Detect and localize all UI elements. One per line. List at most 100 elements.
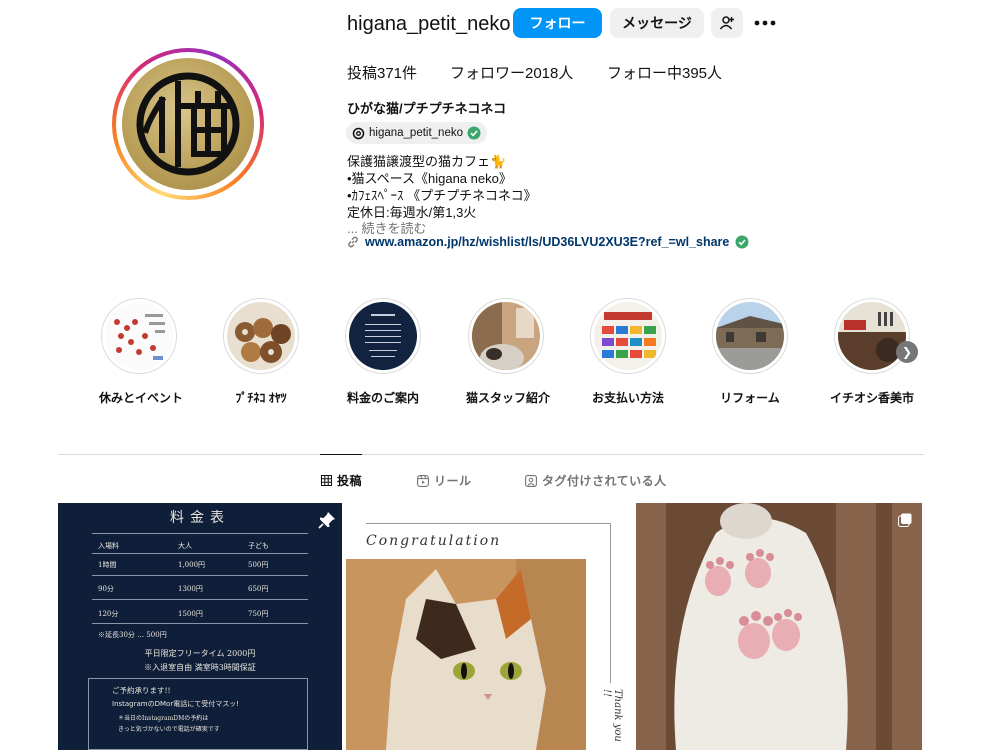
cat-photo (346, 559, 586, 750)
price-free-note: ※入退室自由 満室時3時間保証 (144, 663, 256, 672)
pin-icon (318, 512, 335, 529)
price-cell: 入場料 (98, 542, 119, 550)
highlight-ring (101, 298, 177, 374)
highlight-image (594, 302, 662, 370)
threads-handle: higana_petit_neko (369, 127, 463, 139)
more-options-button[interactable] (752, 8, 778, 38)
highlight-snacks[interactable] (221, 298, 301, 374)
highlight-label: ﾌﾟﾁﾈｺ ｵﾔﾂ (235, 391, 287, 405)
reels-icon (417, 474, 429, 487)
highlight-ring (345, 298, 421, 374)
highlight-reform[interactable] (710, 298, 790, 374)
price-cell: 650円 (248, 585, 269, 593)
frame-line (366, 523, 610, 524)
highlight-events[interactable] (99, 298, 179, 374)
reservation-method: InstagramのDMor電話にて受付マスッ! (112, 700, 240, 708)
avatar-border (116, 52, 260, 196)
follow-button[interactable]: フォロー (513, 8, 602, 38)
highlight-ring (834, 298, 910, 374)
threads-icon (352, 127, 365, 139)
following-count[interactable]: フォロー中395人 (607, 62, 722, 83)
profile-display-name: ひがな猫/プチプチネコネコ (347, 101, 507, 116)
highlight-label: お支払い方法 (591, 391, 664, 405)
post-thanks-text: Thank you !! (601, 689, 623, 742)
verified-icon (467, 126, 481, 140)
post-thumbnail-pricing[interactable]: 料金表 入場料 大人 子ども 1時間 1,000円 500円 90分 1300円… (58, 503, 342, 750)
cat-paws-photo (636, 503, 922, 750)
price-cell: 1時間 (98, 561, 117, 569)
link-icon (348, 236, 358, 248)
more-horizontal-icon (754, 20, 776, 26)
grid-icon (321, 475, 332, 486)
price-cell: 子ども (248, 542, 269, 550)
highlight-payment[interactable] (588, 298, 668, 374)
bio-link[interactable]: www.amazon.jp/hz/wishlist/ls/UD36LVU2XU3… (347, 235, 749, 249)
highlight-ring (223, 298, 299, 374)
highlight-image (472, 302, 540, 370)
price-cell: 750円 (248, 610, 269, 618)
price-cell: 大人 (178, 542, 192, 550)
highlight-image (105, 302, 173, 370)
price-cell: 1300円 (178, 585, 203, 593)
active-tab-indicator (320, 454, 362, 455)
highlight-ring (712, 298, 788, 374)
highlight-ring (590, 298, 666, 374)
post-thumbnail-congratulation[interactable]: Congratulation Thank you !! (346, 503, 632, 750)
price-divider (92, 575, 308, 576)
highlight-pricing[interactable] (343, 298, 423, 374)
followers-count[interactable]: フォロワー2018人 (450, 62, 573, 83)
price-divider (92, 533, 308, 534)
profile-avatar[interactable] (112, 48, 264, 200)
multiple-images-icon (898, 513, 912, 527)
reservation-note: ＊当日のInstagramDMの予約は (118, 715, 209, 722)
price-divider (92, 623, 308, 624)
add-user-icon (719, 16, 734, 30)
highlight-image (227, 302, 295, 370)
highlight-label: 休みとイベント (99, 391, 184, 405)
price-cell: 120分 (98, 610, 119, 618)
highlight-label: イチオシ香美市 (829, 391, 914, 405)
highlight-label: 料金のご案内 (346, 391, 419, 405)
highlight-ring (468, 298, 544, 374)
price-header-row: 入場料 大人 子ども (98, 541, 298, 551)
price-row: 1時間 1,000円 500円 (98, 560, 298, 570)
highlight-label: 猫スタッフ紹介 (466, 391, 551, 405)
tab-posts[interactable]: 投稿 (321, 472, 362, 489)
highlight-staff[interactable] (466, 298, 546, 374)
message-button[interactable]: メッセージ (610, 8, 704, 38)
posts-count: 投稿371件 (347, 65, 418, 82)
highlights-next-button[interactable]: ❯ (896, 341, 918, 363)
verified-icon (735, 235, 749, 249)
price-cell: 90分 (98, 585, 114, 593)
tagged-user-icon (525, 474, 537, 487)
price-card-title: 料金表 (170, 510, 230, 526)
highlight-image (349, 302, 417, 370)
reservation-note: きっと気づかないので電話が確実です (118, 726, 220, 733)
price-divider (92, 599, 308, 600)
post-thumbnail-cat-paws[interactable] (636, 503, 922, 750)
tabs-divider (58, 454, 924, 455)
post-caption-text: Congratulation (366, 533, 502, 549)
price-cell: 1,000円 (178, 561, 206, 569)
price-free-time: 平日限定フリータイム 2000円 (144, 649, 256, 658)
highlight-image (838, 302, 906, 370)
price-row: 90分 1300円 650円 (98, 584, 298, 594)
tab-tagged[interactable]: タグ付けされている人 (525, 472, 667, 489)
suggest-user-button[interactable] (711, 8, 743, 38)
tab-label: 投稿 (337, 474, 363, 488)
price-cell: 500円 (248, 561, 269, 569)
highlight-kami-city[interactable] (832, 298, 912, 374)
highlight-label: リフォーム (720, 391, 780, 405)
reservation-title: ご予約承ります!! (112, 686, 171, 695)
threads-badge[interactable]: higana_petit_neko (346, 122, 487, 144)
price-cell: 1500円 (178, 610, 203, 618)
bio-link-text[interactable]: www.amazon.jp/hz/wishlist/ls/UD36LVU2XU3… (365, 235, 729, 249)
tab-label: リール (434, 474, 472, 488)
price-row: 120分 1500円 750円 (98, 609, 298, 619)
chevron-right-icon: ❯ (901, 345, 913, 359)
highlight-image (716, 302, 784, 370)
price-divider (92, 553, 308, 554)
tab-label: タグ付けされている人 (542, 474, 667, 488)
profile-username: higana_petit_neko (347, 13, 511, 35)
tab-reels[interactable]: リール (417, 472, 472, 489)
